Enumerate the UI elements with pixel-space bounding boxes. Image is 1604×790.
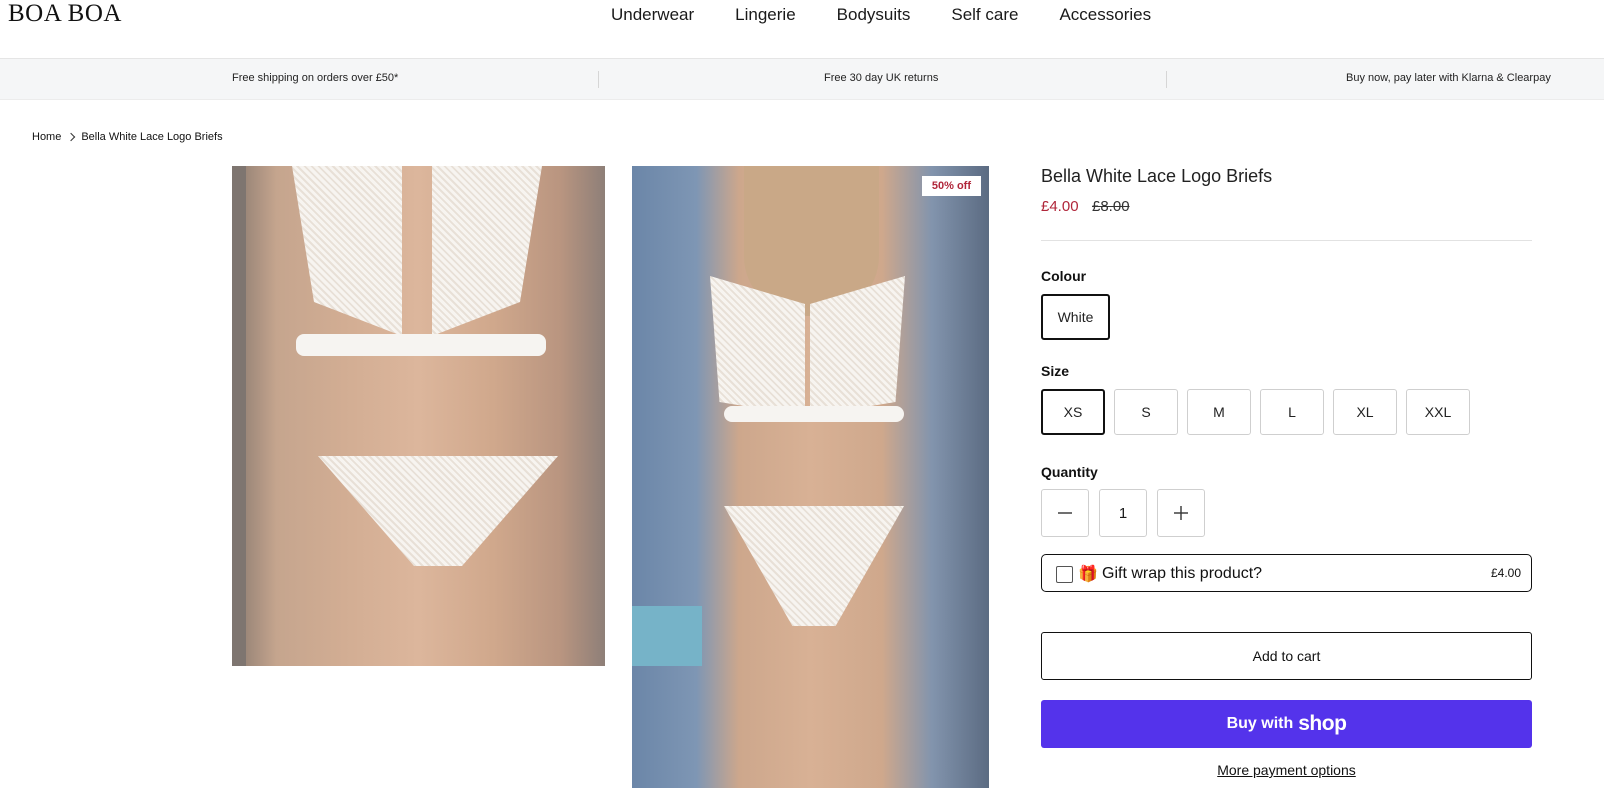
breadcrumb-current: Bella White Lace Logo Briefs (81, 131, 223, 143)
product-image-2[interactable]: 50% off (632, 166, 989, 788)
shop-pay-logo: shop (1298, 712, 1347, 735)
bra-cup-right (432, 166, 542, 336)
divider (1041, 240, 1532, 241)
image-backdrop (232, 166, 246, 666)
nav-lingerie[interactable]: Lingerie (735, 4, 796, 26)
buy-with-label: Buy with (1226, 715, 1294, 732)
pool-backdrop (632, 606, 702, 666)
nav-underwear[interactable]: Underwear (611, 4, 694, 26)
gift-wrap-checkbox[interactable] (1056, 566, 1073, 583)
size-option-l[interactable]: L (1260, 389, 1324, 435)
gift-wrap-label: Gift wrap this product? (1102, 565, 1263, 582)
bra-cup-left (292, 166, 402, 336)
add-to-cart-button[interactable]: Add to cart (1041, 632, 1532, 680)
size-label: Size (1041, 363, 1070, 379)
breadcrumb: Home Bella White Lace Logo Briefs (32, 131, 223, 143)
announcement-bar: Free shipping on orders over £50* Free 3… (0, 59, 1604, 100)
bra-band (724, 406, 904, 422)
chevron-right-icon (67, 132, 76, 142)
site-header: BOA BOA Underwear Lingerie Bodysuits Sel… (0, 0, 1604, 59)
discount-badge: 50% off (921, 176, 981, 196)
gift-wrap-price: £4.00 (1490, 566, 1521, 580)
main-nav: Underwear Lingerie Bodysuits Self care A… (611, 4, 1151, 26)
nav-accessories[interactable]: Accessories (1059, 4, 1151, 26)
decrease-quantity-button[interactable] (1041, 489, 1089, 537)
buy-with-shop-button[interactable]: Buy with shop (1041, 700, 1532, 748)
minus-icon (1058, 512, 1072, 514)
announcement-klarna: Buy now, pay later with Klarna & Clearpa… (1346, 72, 1551, 84)
quantity-label: Quantity (1041, 464, 1098, 480)
announcement-shipping: Free shipping on orders over £50* (232, 72, 399, 84)
nav-self-care[interactable]: Self care (951, 4, 1018, 26)
size-option-m[interactable]: M (1187, 389, 1251, 435)
quantity-input[interactable]: 1 (1099, 489, 1147, 537)
size-option-xxl[interactable]: XXL (1406, 389, 1470, 435)
increase-quantity-button[interactable] (1157, 489, 1205, 537)
bra-band (296, 334, 546, 356)
sale-price: £4.00 (1041, 198, 1079, 215)
size-option-xl[interactable]: XL (1333, 389, 1397, 435)
announcement-divider (598, 71, 599, 88)
colour-option-white[interactable]: White (1041, 294, 1110, 340)
nav-bodysuits[interactable]: Bodysuits (837, 4, 911, 26)
briefs (318, 456, 558, 566)
colour-label: Colour (1041, 268, 1087, 284)
size-option-xs[interactable]: XS (1041, 389, 1105, 435)
announcement-returns: Free 30 day UK returns (824, 72, 939, 84)
announcement-divider (1166, 71, 1167, 88)
compare-price: £8.00 (1092, 198, 1130, 215)
gift-wrap-option[interactable]: 🎁 Gift wrap this product? £4.00 (1041, 554, 1532, 592)
plus-icon (1174, 506, 1188, 520)
product-title: Bella White Lace Logo Briefs (1041, 166, 1273, 186)
briefs (724, 506, 904, 626)
more-payment-options-link[interactable]: More payment options (1041, 762, 1532, 778)
size-option-s[interactable]: S (1114, 389, 1178, 435)
site-logo[interactable]: BOA BOA (8, 0, 122, 28)
product-image-1[interactable] (232, 166, 605, 666)
gift-icon: 🎁 (1078, 566, 1098, 583)
breadcrumb-home[interactable]: Home (32, 131, 61, 143)
